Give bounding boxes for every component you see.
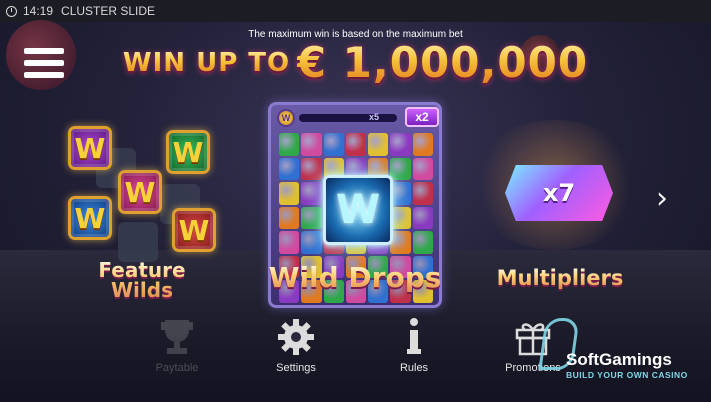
nav-rules-label: Rules [399,362,429,374]
game-title: CLUSTER SLIDE [61,4,156,18]
gem-cell [390,133,411,156]
feature-wilds-label: Feature Wilds [82,260,202,300]
nav-rules[interactable]: Rules [369,318,459,374]
wild-tile-green: W [166,130,210,174]
gem-cell [279,157,300,181]
max-win-headline: WIN UP TO € 1,000,000 [0,38,711,87]
gem-cell [279,182,300,205]
gem-cell [412,206,433,230]
gem-cell [301,133,322,156]
wild-tile-red: W [172,208,216,252]
gem-cell [412,231,433,254]
gem-cell [301,206,322,230]
multiplier-gem: x7 [505,165,613,221]
gem-cell [279,231,300,254]
wild-meter-track [299,114,397,122]
wild-drops-label: Wild Drops [262,264,448,292]
watermark-tagline: BUILD YOUR OWN CASINO [566,370,688,380]
gem-cell [390,206,411,230]
gem-cell [390,182,411,205]
wild-tile-purple: W [68,126,112,170]
gem-cell [412,157,433,181]
status-time: 14:19 [23,4,54,18]
gem-cell [412,182,433,205]
status-bar: 14:19 CLUSTER SLIDE [0,0,711,22]
gem-cell [412,133,433,156]
nav-paytable-label: Paytable [155,362,199,374]
gem-cell [279,133,300,156]
watermark-name: SoftGamings [566,350,672,369]
softgamings-watermark: SoftGamings BUILD YOUR OWN CASINO [538,314,710,386]
gem-cell [345,133,367,156]
nav-paytable[interactable]: Paytable [132,318,222,374]
gem-cell [323,133,344,156]
win-prefix: WIN UP TO [122,48,291,78]
clock-icon [6,5,17,17]
info-icon [369,318,459,356]
gem-cell [368,133,389,156]
wild-meter-coin: W [277,109,295,127]
chevron-right-icon[interactable]: › [656,184,676,218]
gem-cell [390,157,411,181]
gem-cell [301,231,322,254]
win-amount: € 1,000,000 [296,38,589,87]
gear-icon [251,318,341,356]
gem-cell [301,157,322,181]
gem-cell [279,206,300,230]
gem-cell [301,182,322,205]
trophy-icon [132,318,222,356]
wild-tile-pink: W [118,170,162,214]
wild-drop-symbol: W [323,175,393,245]
nav-settings[interactable]: Settings [251,318,341,374]
multipliers-label: Multipliers [480,268,640,289]
wild-meter-multiplier: x2 [405,107,439,127]
nav-settings-label: Settings [276,362,316,374]
wild-meter-level: x5 [369,112,380,122]
wild-tile-blue: W [68,196,112,240]
wild-meter: W x5 x2 [277,107,439,127]
gem-cell [390,231,411,254]
